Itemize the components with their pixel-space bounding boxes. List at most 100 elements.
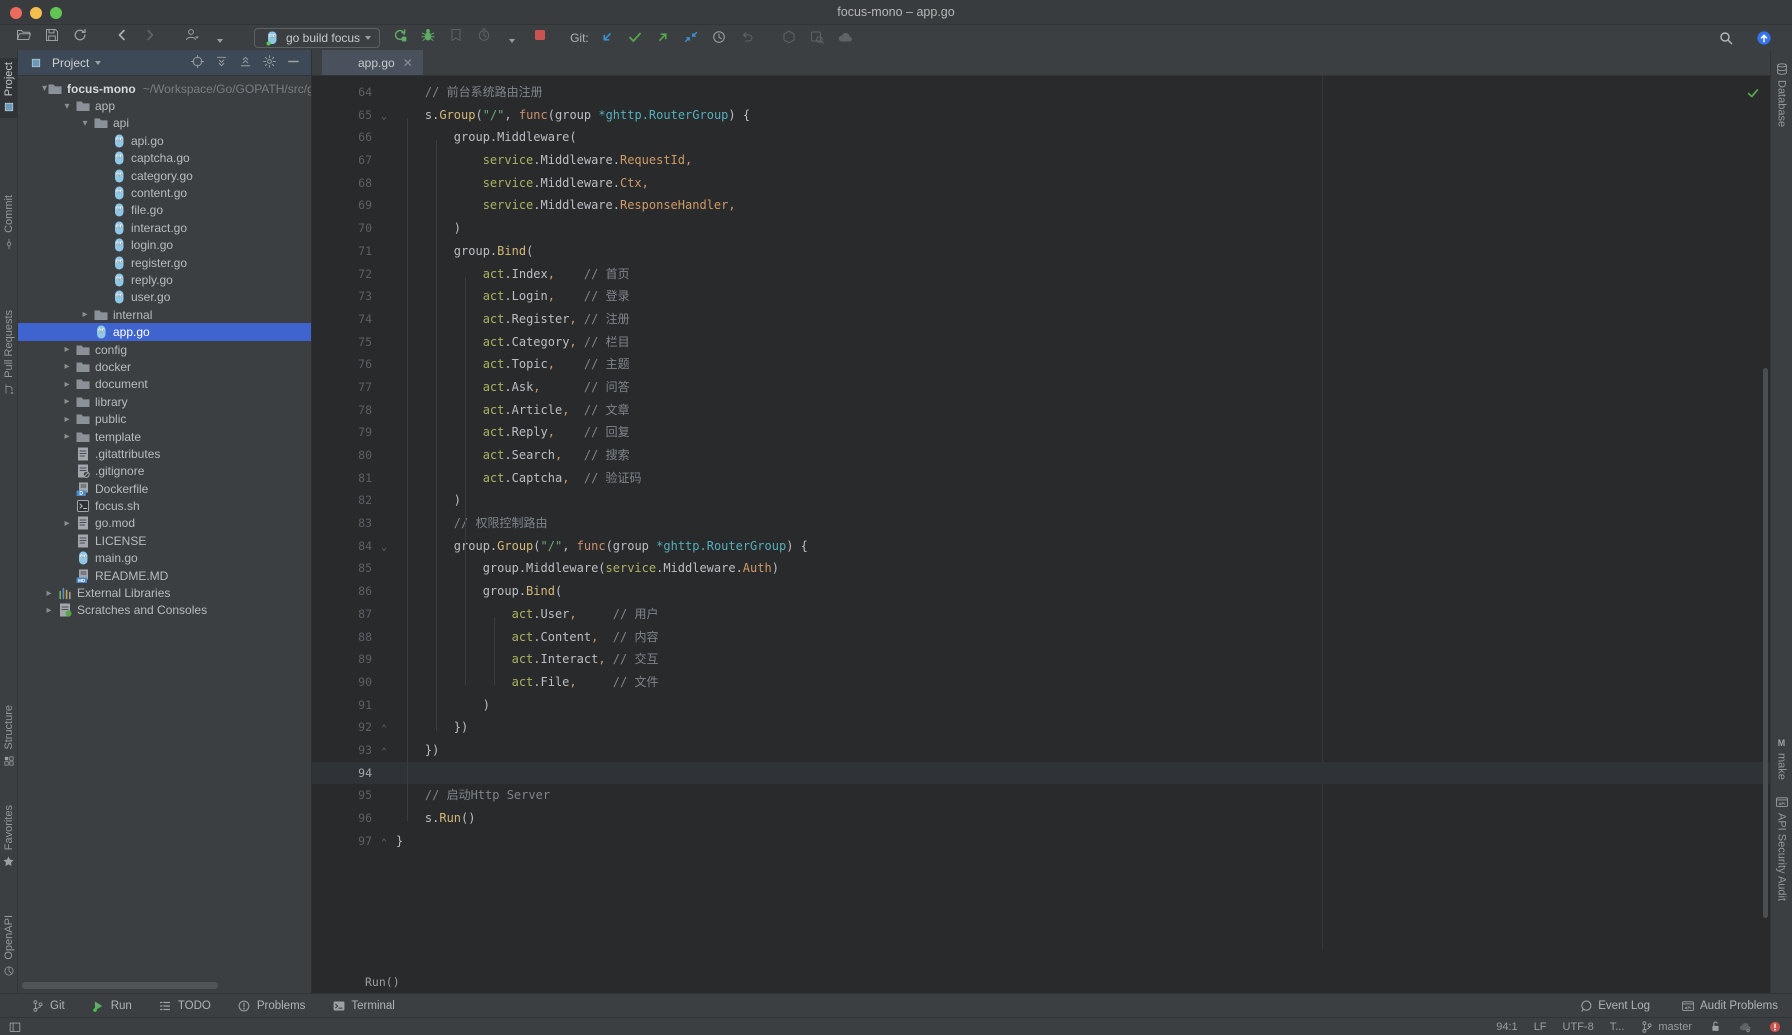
chevron-down-icon[interactable]: ▾ (60, 101, 74, 112)
code-line-74[interactable]: 74 act.Register, // 注册 (312, 308, 1770, 331)
code-line-85[interactable]: 85 group.Middleware(service.Middleware.A… (312, 557, 1770, 580)
status-94-1[interactable]: 94:1 (1496, 1021, 1517, 1033)
fold-start-icon[interactable]: ⌄ (372, 106, 396, 129)
hexagon-icon[interactable] (780, 28, 798, 46)
chevron-right-icon[interactable]: ▸ (60, 361, 74, 372)
code-line-79[interactable]: 79 act.Reply, // 回复 (312, 421, 1770, 444)
code-line-81[interactable]: 81 act.Captcha, // 验证码 (312, 467, 1770, 490)
status-cloud-gear[interactable] (1738, 1020, 1752, 1034)
chevron-right-icon[interactable]: ▸ (60, 431, 74, 442)
open-folder-icon[interactable] (15, 26, 33, 44)
inspections-ok-icon[interactable] (1744, 84, 1762, 102)
tree-item-main.go[interactable]: main.go (18, 550, 311, 567)
rollback-icon[interactable] (738, 28, 756, 46)
tree-item-category.go[interactable]: category.go (18, 167, 311, 184)
cloud-icon[interactable] (836, 28, 854, 46)
code-line-88[interactable]: 88 act.Content, // 内容 (312, 626, 1770, 649)
code-line-84[interactable]: 84⌄ group.Group("/", func(group *ghttp.R… (312, 535, 1770, 558)
code-line-87[interactable]: 87 act.User, // 用户 (312, 603, 1770, 626)
tree-item-library[interactable]: ▸library (18, 393, 311, 410)
toolwindow-button-project[interactable]: Project (0, 58, 17, 118)
tree-item-document[interactable]: ▸document (18, 376, 311, 393)
git-fetch-icon[interactable] (682, 28, 700, 46)
status-lock[interactable] (1708, 1020, 1722, 1034)
tree-item-.gitattributes[interactable]: .gitattributes (18, 445, 311, 462)
minus-icon[interactable] (285, 53, 301, 69)
sync-icon[interactable] (71, 26, 89, 44)
code-line-77[interactable]: 77 act.Ask, // 问答 (312, 376, 1770, 399)
chevron-right-icon[interactable]: ▸ (42, 588, 56, 599)
code-line-80[interactable]: 80 act.Search, // 搜索 (312, 444, 1770, 467)
tree-item-interact.go[interactable]: interact.go (18, 219, 311, 236)
code-line-95[interactable]: 95 // 启动Http Server (312, 784, 1770, 807)
chevron-right-icon[interactable]: ▸ (78, 309, 92, 320)
toolwindow-button-make[interactable]: Mmake (1771, 735, 1792, 780)
code-line-90[interactable]: 90 act.File, // 文件 (312, 671, 1770, 694)
code-line-96[interactable]: 96 s.Run() (312, 807, 1770, 830)
collapse-icon[interactable] (237, 53, 253, 69)
tree-item-captcha.go[interactable]: captcha.go (18, 150, 311, 167)
tree-item-template[interactable]: ▸template (18, 428, 311, 445)
code-line-94[interactable]: 94 (312, 762, 1770, 785)
code-line-65[interactable]: 65⌄ s.Group("/", func(group *ghttp.Route… (312, 104, 1770, 127)
tree-item-dockerfile[interactable]: DDockerfile (18, 480, 311, 497)
tree-item-focus.sh[interactable]: focus.sh (18, 497, 311, 514)
code-line-97[interactable]: 97⌃} (312, 830, 1770, 853)
toolwindow-bar-event-log[interactable]: Event Log (1578, 998, 1650, 1013)
toolwindow-bar-todo[interactable]: TODO (158, 998, 211, 1013)
chevron-right-icon[interactable]: ▸ (60, 414, 74, 425)
chevron-right-icon[interactable]: ▸ (60, 379, 74, 390)
expand-icon[interactable] (213, 53, 229, 69)
breadcrumb[interactable]: Run() (365, 975, 400, 989)
git-update-icon[interactable] (598, 28, 616, 46)
tree-item-reply.go[interactable]: reply.go (18, 271, 311, 288)
tree-item-content.go[interactable]: content.go (18, 184, 311, 201)
tree-item-internal[interactable]: ▸internal (18, 306, 311, 323)
status-error[interactable] (1768, 1020, 1782, 1034)
toolwindow-button-openapi[interactable]: OpenAPI (0, 915, 17, 978)
coverage-icon[interactable] (447, 26, 465, 44)
search-icon[interactable] (1717, 29, 1735, 47)
db-search-icon[interactable] (808, 28, 826, 46)
status-utf-8[interactable]: UTF-8 (1563, 1021, 1594, 1033)
tree-item-external-libraries[interactable]: ▸External Libraries (18, 584, 311, 601)
history-icon[interactable] (710, 28, 728, 46)
editor-vertical-scrollbar[interactable] (1763, 368, 1768, 918)
tree-item-file.go[interactable]: file.go (18, 202, 311, 219)
tree-item-go.mod[interactable]: ▸go.mod (18, 515, 311, 532)
code-line-86[interactable]: 86 group.Bind( (312, 580, 1770, 603)
profiler-icon[interactable] (475, 26, 493, 44)
tree-item-license[interactable]: LICENSE (18, 532, 311, 549)
git-push-icon[interactable] (654, 28, 672, 46)
code-line-70[interactable]: 70 ) (312, 217, 1770, 240)
toolwindow-bar-audit-problems[interactable]: APIAudit Problems (1680, 998, 1778, 1013)
toolwindow-button-favorites[interactable]: Favorites (0, 805, 17, 868)
code-line-67[interactable]: 67 service.Middleware.RequestId, (312, 149, 1770, 172)
debug-icon[interactable] (419, 26, 437, 44)
tree-item-app[interactable]: ▾app (18, 97, 311, 114)
caret-icon[interactable] (211, 32, 229, 50)
tree-item-focus-mono[interactable]: ▾focus-mono~/Workspace/Go/GOPATH/src/git… (18, 80, 311, 97)
tree-item-scratches-and-consoles[interactable]: ▸Scratches and Consoles (18, 602, 311, 619)
editor-tab-app-go[interactable]: app.go ✕ (322, 50, 423, 75)
fold-end-icon[interactable]: ⌃ (372, 741, 396, 764)
chevron-right-icon[interactable]: ▸ (60, 518, 74, 529)
toolwindow-bar-problems[interactable]: Problems (237, 998, 306, 1013)
tree-item-config[interactable]: ▸config (18, 341, 311, 358)
run-configuration-select[interactable]: go build focus (254, 28, 380, 48)
tree-item-app.go[interactable]: app.go (18, 323, 311, 340)
code-line-76[interactable]: 76 act.Topic, // 主题 (312, 353, 1770, 376)
toolwindow-button-structure[interactable]: Structure (0, 705, 17, 768)
save-icon[interactable] (43, 26, 61, 44)
code-line-71[interactable]: 71 group.Bind( (312, 240, 1770, 263)
status-master[interactable]: master (1640, 1020, 1692, 1034)
toolwindow-bar-terminal[interactable]: Terminal (331, 998, 394, 1013)
code-line-69[interactable]: 69 service.Middleware.ResponseHandler, (312, 194, 1770, 217)
tree-item-readme.md[interactable]: MDREADME.MD (18, 567, 311, 584)
toolwindow-toggle-icon[interactable] (6, 1018, 24, 1035)
toolwindow-button-pull-requests[interactable]: Pull Requests (0, 310, 17, 396)
chevron-right-icon[interactable]: ▸ (42, 605, 56, 616)
caret-icon[interactable] (503, 32, 521, 50)
code-line-92[interactable]: 92⌃ }) (312, 716, 1770, 739)
code-line-89[interactable]: 89 act.Interact, // 交互 (312, 648, 1770, 671)
